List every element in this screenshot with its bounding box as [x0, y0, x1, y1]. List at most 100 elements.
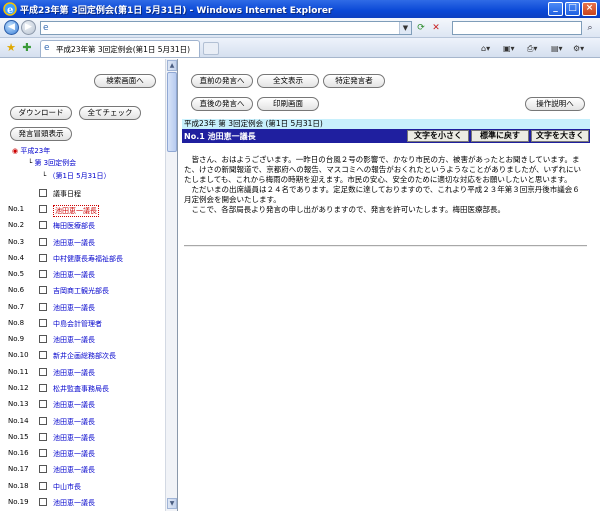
agenda-checkbox[interactable]	[39, 189, 47, 197]
item-checkbox[interactable]	[39, 432, 47, 441]
speaker-link[interactable]: 池田恵一議長	[53, 335, 95, 345]
speaker-link[interactable]: 池田恵一議長	[53, 498, 95, 508]
item-checkbox[interactable]	[39, 335, 47, 344]
prev-speech-button[interactable]: 直前の発言へ	[191, 74, 253, 88]
back-button[interactable]: ◀	[4, 20, 19, 35]
scroll-up-icon[interactable]: ▲	[167, 60, 177, 71]
item-checkbox[interactable]	[39, 383, 47, 392]
full-text-button[interactable]: 全文表示	[257, 74, 319, 88]
specific-speaker-button[interactable]: 特定発言者	[323, 74, 385, 88]
tree-session[interactable]: └ 第 3回定例会	[28, 158, 76, 168]
item-number: No.5	[8, 270, 25, 279]
download-button[interactable]: ダウンロード	[10, 106, 72, 120]
stop-icon[interactable]: ✕	[430, 22, 442, 34]
maximize-button[interactable]: □	[565, 2, 580, 16]
speaker-link[interactable]: 池田恵一議長	[53, 400, 95, 410]
item-checkbox[interactable]	[39, 465, 47, 474]
scrollbar-thumb[interactable]	[167, 72, 177, 152]
speaker-link[interactable]: 池田恵一議長	[53, 465, 95, 475]
tree-day[interactable]: └ （第1日 5月31日）	[42, 171, 111, 181]
speaker-name: No.1 池田恵一議長	[184, 132, 256, 141]
add-favorite-icon[interactable]: ✚	[20, 41, 34, 55]
item-checkbox[interactable]	[39, 286, 47, 295]
item-checkbox[interactable]	[39, 302, 47, 311]
item-checkbox[interactable]	[39, 351, 47, 360]
speaker-list-button[interactable]: 発言冒頭表示	[10, 127, 72, 141]
speaker-link[interactable]: 池田恵一議長	[53, 303, 95, 313]
speaker-link[interactable]: 池田恵一議長	[53, 270, 95, 280]
tab-current[interactable]: e 平成23年第 3回定例会(第1日 5月31日)	[40, 40, 200, 57]
item-checkbox[interactable]	[39, 367, 47, 376]
list-item: No.13 池田恵一議長	[0, 399, 165, 411]
agenda-row: 議事日程	[0, 188, 165, 200]
tools-gear-icon[interactable]: ⚙▾	[573, 42, 584, 55]
close-button[interactable]: ×	[582, 2, 597, 16]
font-small-button[interactable]: 文字を小さく	[407, 130, 469, 142]
item-number: No.19	[8, 497, 29, 506]
list-item: No.15 池田恵一議長	[0, 432, 165, 444]
window-title: 平成23年第 3回定例会(第1日 5月31日) - Windows Intern…	[20, 6, 333, 16]
speaker-link[interactable]: 中村健康長寿福祉部長	[53, 254, 123, 264]
item-number: No.4	[8, 253, 25, 262]
speaker-link[interactable]: 吉岡商工観光部長	[53, 286, 109, 296]
favorites-star-icon[interactable]: ★	[4, 41, 18, 55]
speaker-link[interactable]: 池田恵一議長	[53, 205, 99, 217]
print-icon[interactable]: ⎙▾	[527, 42, 537, 55]
item-checkbox[interactable]	[39, 400, 47, 409]
item-checkbox[interactable]	[39, 481, 47, 490]
print-screen-button[interactable]: 印刷画面	[257, 97, 319, 111]
scroll-down-icon[interactable]: ▼	[167, 498, 177, 509]
page-menu-icon[interactable]: ▤▾	[551, 42, 563, 55]
item-checkbox[interactable]	[39, 270, 47, 279]
speaker-link[interactable]: 梅田医療部長	[53, 221, 95, 231]
tab-label: 平成23年第 3回定例会(第1日 5月31日)	[56, 45, 191, 54]
item-checkbox[interactable]	[39, 497, 47, 506]
font-reset-button[interactable]: 標準に戻す	[471, 130, 529, 142]
address-dropdown-icon[interactable]: ▼	[399, 22, 411, 34]
speaker-link[interactable]: 池田恵一議長	[53, 368, 95, 378]
item-number: No.3	[8, 237, 25, 246]
item-checkbox[interactable]	[39, 221, 47, 230]
left-scrollbar[interactable]: ▲ ▼	[165, 59, 177, 511]
help-button[interactable]: 操作説明へ	[525, 97, 585, 111]
item-checkbox[interactable]	[39, 416, 47, 425]
divider	[184, 245, 587, 247]
list-item: No.7 池田恵一議長	[0, 302, 165, 314]
title-bar: e 平成23年第 3回定例会(第1日 5月31日) - Windows Inte…	[0, 0, 600, 18]
item-number: No.13	[8, 400, 29, 409]
item-checkbox[interactable]	[39, 237, 47, 246]
check-all-button[interactable]: 全てチェック	[79, 106, 141, 120]
speaker-link[interactable]: 池田恵一議長	[53, 238, 95, 248]
search-screen-button[interactable]: 検索画面へ	[94, 74, 156, 88]
item-checkbox[interactable]	[39, 205, 47, 213]
list-item: No.4 中村健康長寿福祉部長	[0, 253, 165, 265]
speaker-link[interactable]: 新井企画総務部次長	[53, 351, 116, 361]
speaker-link[interactable]: 松井監査事務局長	[53, 384, 109, 394]
list-item: No.17 池田恵一議長	[0, 464, 165, 476]
speaker-link[interactable]: 池田恵一議長	[53, 449, 95, 459]
speaker-link[interactable]: 中山市長	[53, 482, 81, 492]
item-number: No.9	[8, 335, 25, 344]
speech-paragraph: ただいまの出席議員は２４名であります。定足数に達しておりますので、これより平成２…	[184, 185, 580, 204]
speaker-link[interactable]: 中島会計管理者	[53, 319, 102, 329]
home-icon[interactable]: ⌂▾	[481, 42, 490, 55]
item-checkbox[interactable]	[39, 449, 47, 458]
tree-year[interactable]: ◉ 平成23年	[12, 146, 50, 156]
search-icon[interactable]: ⌕	[583, 21, 597, 35]
refresh-icon[interactable]: ⟳	[415, 22, 427, 34]
agenda-label[interactable]: 議事日程	[53, 189, 81, 199]
speaker-link[interactable]: 池田恵一議長	[53, 417, 95, 427]
item-checkbox[interactable]	[39, 318, 47, 327]
minimize-button[interactable]: _	[548, 2, 563, 16]
tree-branch-icon: └	[28, 159, 33, 167]
feeds-icon[interactable]: ▣▾	[503, 42, 515, 55]
item-checkbox[interactable]	[39, 253, 47, 262]
font-large-button[interactable]: 文字を大きく	[531, 130, 589, 142]
forward-button[interactable]: ▶	[21, 20, 36, 35]
speaker-link[interactable]: 池田恵一議長	[53, 433, 95, 443]
address-input[interactable]: e ▼	[40, 21, 412, 35]
search-input[interactable]	[452, 21, 582, 35]
next-speech-button[interactable]: 直後の発言へ	[191, 97, 253, 111]
new-tab-button[interactable]	[203, 42, 219, 55]
address-toolbar: ◀ ▶ e ▼ ⟳ ✕ ⌕	[0, 18, 600, 38]
